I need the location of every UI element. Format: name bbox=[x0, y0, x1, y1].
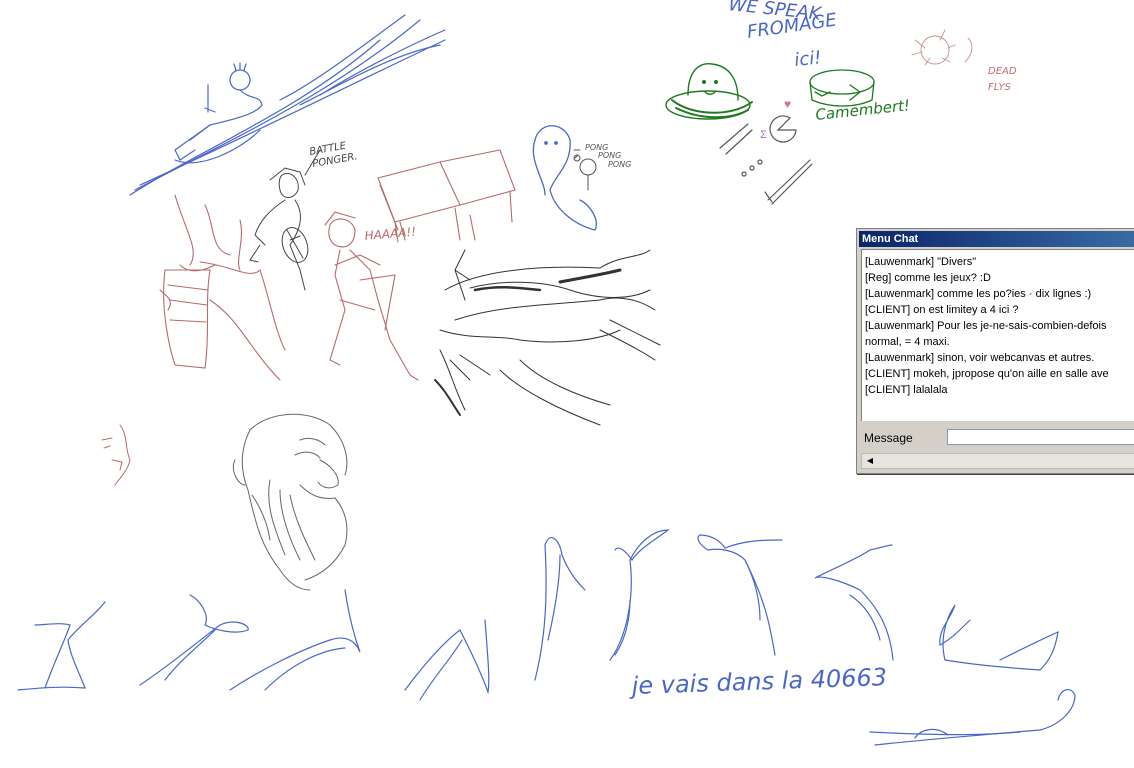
dead-label-2: FLYS bbox=[988, 82, 1011, 93]
camembert-label: Camembert! bbox=[815, 96, 911, 124]
small-face-sketch bbox=[101, 424, 131, 486]
chat-message: [CLIENT] lalalala bbox=[865, 384, 948, 396]
green-blob-sketch bbox=[665, 63, 753, 120]
chat-title-bar[interactable]: Menu Chat bbox=[859, 231, 1134, 247]
chat-message: [Lauwenmark] "Divers" bbox=[865, 256, 977, 268]
arrow-left-icon[interactable]: ◀ bbox=[863, 454, 877, 467]
chat-message: [Reg] comme les jeux? :D bbox=[865, 272, 991, 284]
sigma-mark: Σ bbox=[760, 129, 767, 141]
dead-flys-sketch bbox=[911, 29, 973, 66]
heart-icon: ♥ bbox=[784, 97, 791, 111]
chat-message: [CLIENT] on est limitey a 4 ici ? bbox=[865, 304, 1019, 316]
chat-message: [CLIENT] mokeh, jpropose qu'on aille en … bbox=[865, 368, 1109, 380]
chat-log[interactable]: [Lauwenmark] "Divers" [Reg] comme les je… bbox=[861, 249, 1134, 421]
pong-label-2: PONG bbox=[598, 151, 621, 160]
dragon-sketch bbox=[434, 249, 661, 426]
skier-sketch bbox=[129, 14, 446, 196]
speak-label-3: ici! bbox=[793, 47, 822, 71]
chat-message: [Lauwenmark] Pour les je-ne-sais-combien… bbox=[865, 320, 1107, 332]
chat-message: [Lauwenmark] comme les po?ies · dix lign… bbox=[865, 288, 1092, 300]
message-label: Message bbox=[864, 431, 913, 445]
message-input[interactable] bbox=[947, 429, 1134, 445]
chat-message: [Lauwenmark] sinon, voir webcanvas et au… bbox=[865, 352, 1095, 364]
dead-label-1: DEAD bbox=[988, 66, 1017, 77]
chat-window[interactable]: Menu Chat [Lauwenmark] "Divers" [Reg] co… bbox=[856, 228, 1134, 474]
pong-label-3: PONG bbox=[608, 160, 631, 169]
chat-message: normal, = 4 maxi. bbox=[865, 336, 950, 348]
paddle-sketch bbox=[573, 149, 597, 191]
old-man-sketch bbox=[232, 413, 348, 591]
signature-label: je vais dans la 40663 bbox=[628, 663, 887, 700]
horizontal-scrollbar[interactable]: ◀ bbox=[861, 453, 1134, 469]
battle-ponger-sketch bbox=[249, 149, 321, 291]
hand-sketch bbox=[159, 194, 286, 381]
ghost-sketch bbox=[532, 125, 597, 231]
haaaa-label: HAAAA!! bbox=[364, 225, 417, 243]
sprout-sketches bbox=[17, 529, 1076, 746]
message-row: Message bbox=[861, 427, 1134, 449]
